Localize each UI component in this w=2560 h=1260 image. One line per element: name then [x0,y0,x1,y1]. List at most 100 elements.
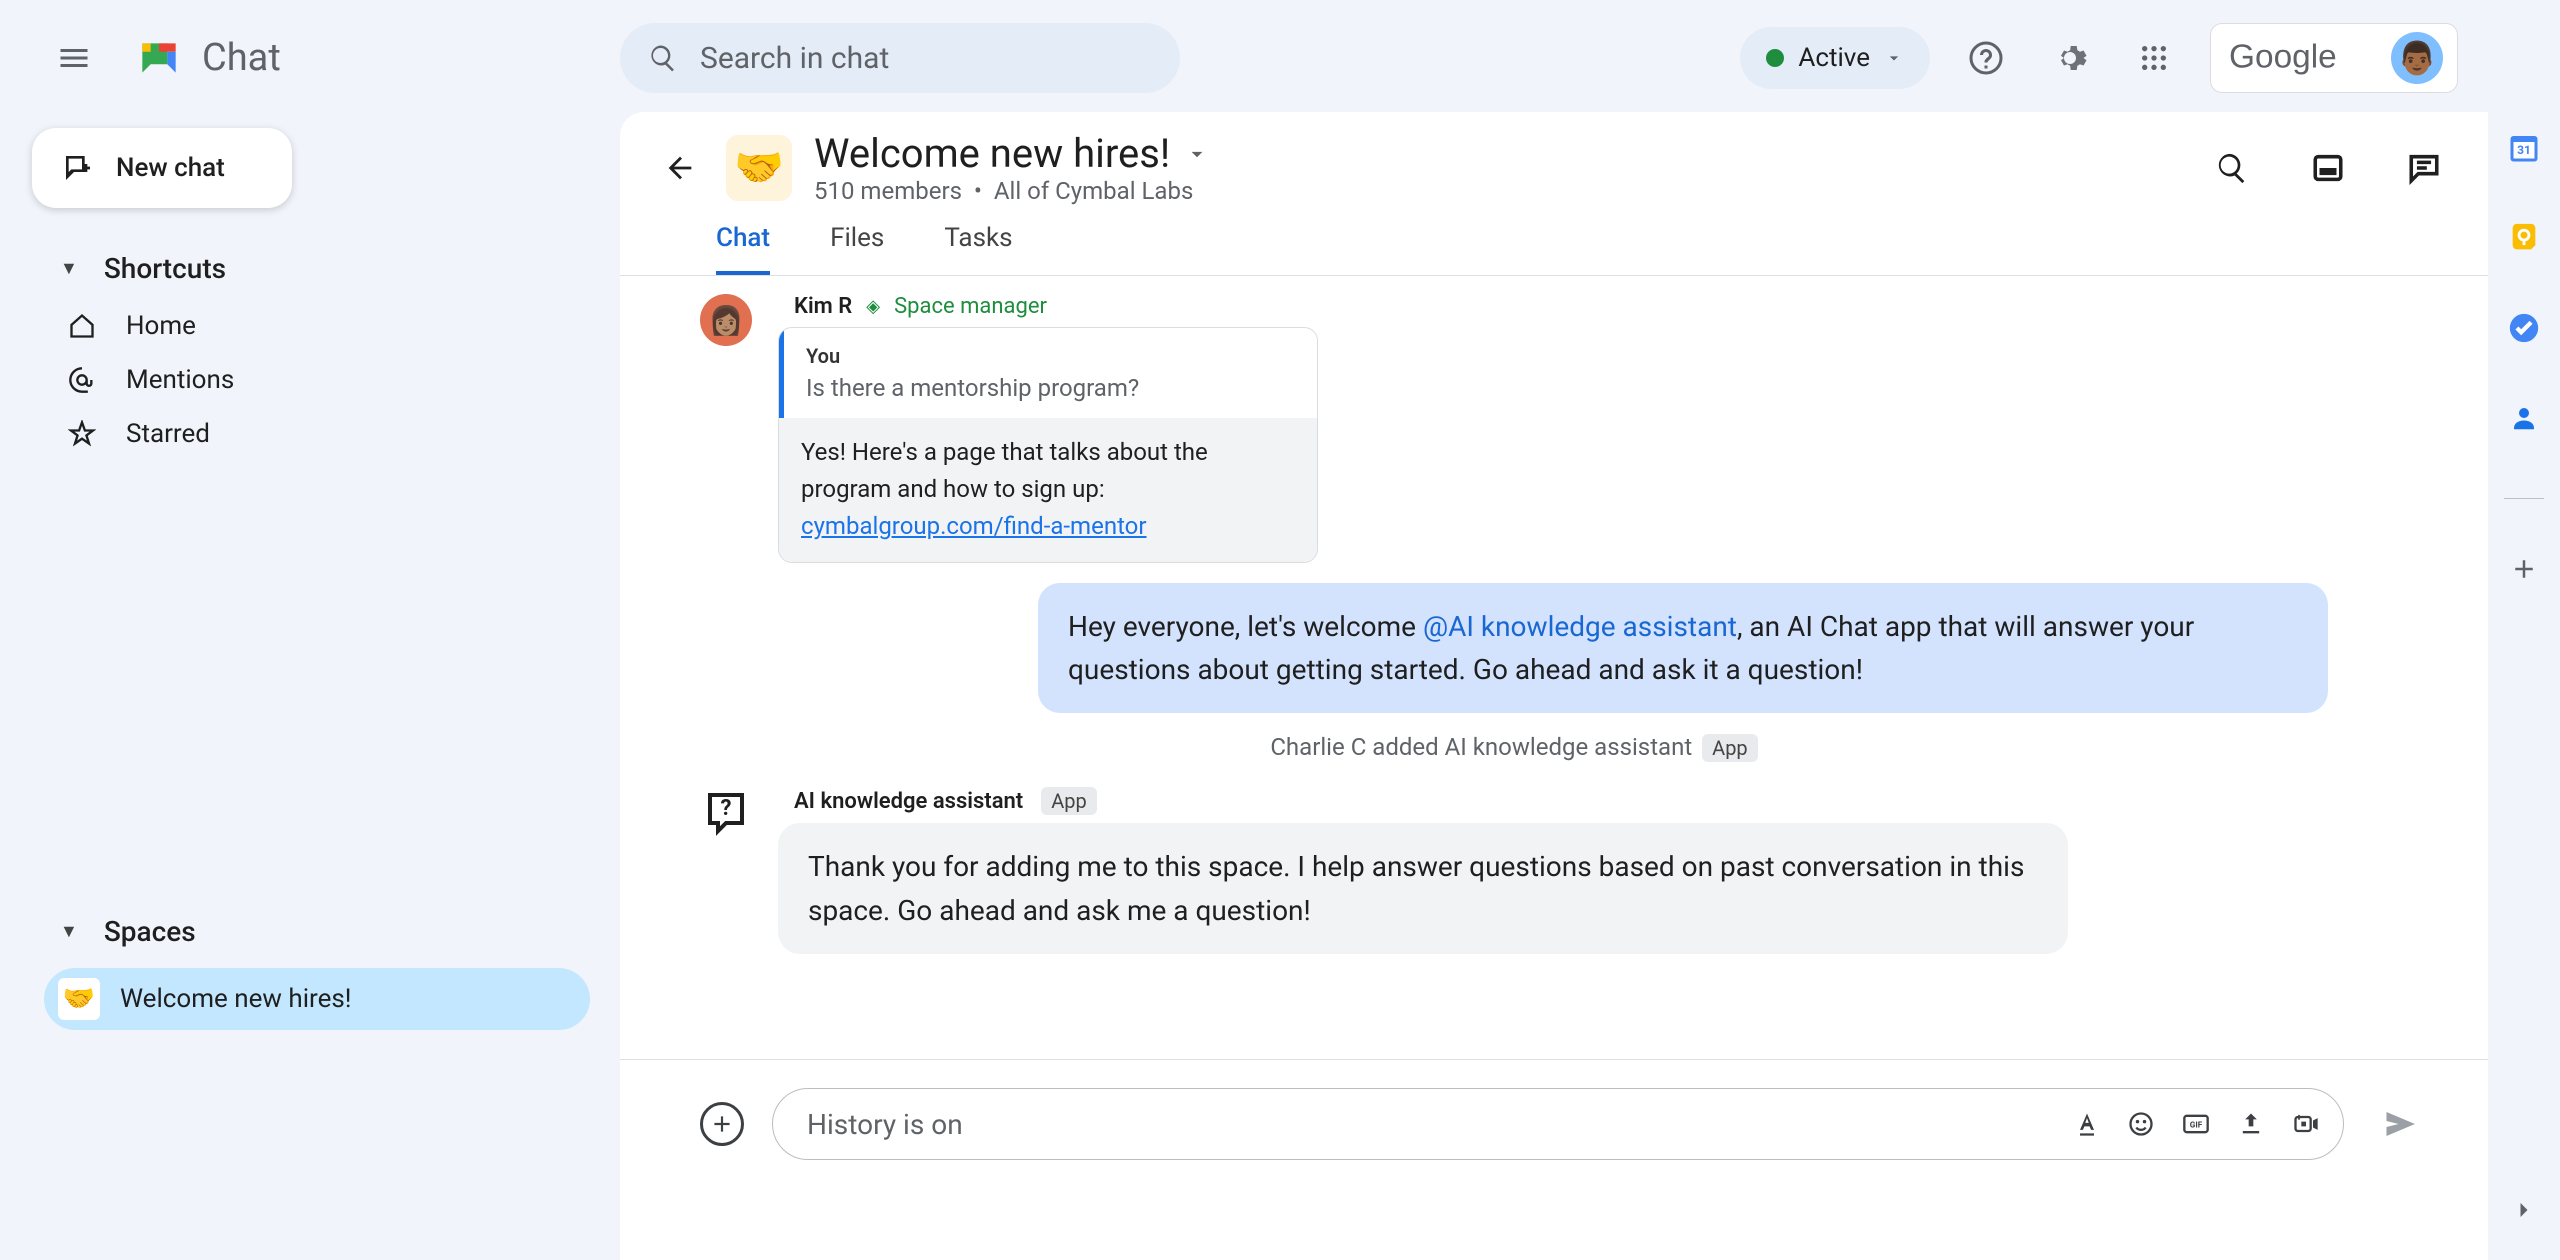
app-name: Chat [202,36,281,80]
apps-grid-icon [2138,42,2170,74]
bot-icon: ? [702,789,750,837]
space-avatar: 🤝 [726,135,792,201]
thread-icon [2407,151,2441,185]
account-button[interactable]: Google 👨🏾 [2210,23,2458,93]
send-icon [2382,1106,2418,1142]
svg-text:GIF: GIF [2190,1120,2203,1130]
chat-logo-icon [134,33,184,83]
composer-placeholder: History is on [807,1108,2073,1141]
message-input[interactable]: History is on GIF [772,1088,2344,1160]
gif-button[interactable]: GIF [2181,1110,2211,1138]
main-menu-button[interactable] [42,26,106,90]
help-button[interactable] [1958,30,2014,86]
video-button[interactable] [2291,1110,2321,1138]
google-logo-icon: Google [2225,34,2375,82]
shortcut-label: Home [126,311,196,341]
tab-chat[interactable]: Chat [716,223,770,275]
status-label: Active [1798,43,1870,73]
new-chat-label: New chat [116,153,225,183]
collapse-icon: ▼ [60,258,78,279]
rail-divider [2504,498,2544,499]
shortcut-home[interactable]: Home [0,299,620,353]
search-in-space-button[interactable] [2204,140,2260,196]
chevron-right-icon [2510,1196,2538,1224]
sender-avatar: 👩🏽 [700,294,752,346]
video-icon [2291,1110,2321,1138]
app-badge: App [1041,787,1097,815]
upload-button[interactable] [2237,1110,2265,1138]
svg-text:?: ? [721,796,732,821]
gif-icon: GIF [2181,1110,2211,1138]
contacts-button[interactable] [2504,398,2544,438]
help-icon [1968,40,2004,76]
svg-text:31: 31 [2517,143,2531,157]
space-subtitle: 510 members • All of Cymbal Labs [814,177,1210,205]
search-icon [2215,151,2249,185]
tab-files[interactable]: Files [830,223,884,275]
calendar-icon: 31 [2506,130,2542,166]
sender-role: Space manager [894,294,1047,319]
send-button[interactable] [2372,1096,2428,1152]
app-logo[interactable]: Chat [134,33,281,83]
message-row: ? AI knowledge assistant App Thank you f… [700,787,2328,954]
quoted-text: Is there a mentorship program? [806,374,1295,402]
keep-button[interactable] [2504,218,2544,258]
home-icon [64,312,100,340]
collapse-icon: ▼ [60,921,78,942]
format-button[interactable] [2073,1110,2101,1138]
settings-button[interactable] [2042,30,2098,86]
emoji-button[interactable] [2127,1110,2155,1138]
space-title: Welcome new hires! [814,130,1170,177]
quoted-sender: You [806,344,1295,368]
quoted-reply-card[interactable]: You Is there a mentorship program? Yes! … [778,327,1318,563]
contacts-icon [2509,403,2539,433]
system-message: Charlie C added AI knowledge assistant A… [700,733,2328,761]
plus-icon [2509,554,2539,584]
search-input[interactable]: Search in chat [620,23,1180,93]
tasks-button[interactable] [2504,308,2544,348]
format-text-icon [2073,1110,2101,1138]
gear-icon [2052,40,2088,76]
app-badge: App [1702,734,1758,762]
shortcuts-header[interactable]: ▼ Shortcuts [0,238,620,299]
chevron-down-icon [1184,141,1210,167]
search-icon [648,43,678,73]
space-item-welcome[interactable]: 🤝 Welcome new hires! [44,968,590,1030]
manager-badge-icon: ◈ [866,296,880,317]
message-row: 👩🏽 Kim R ◈ Space manager You Is there a … [700,294,2328,563]
bot-message-text[interactable]: Thank you for adding me to this space. I… [778,823,2068,954]
reply-link[interactable]: cymbalgroup.com/find-a-mentor [801,512,1147,540]
spaces-header[interactable]: ▼ Spaces [0,901,620,962]
space-label: Welcome new hires! [120,984,352,1014]
calendar-button[interactable]: 31 [2504,128,2544,168]
mention[interactable]: @AI knowledge assistant [1423,610,1737,643]
panel-icon [2311,151,2345,185]
shortcut-mentions[interactable]: Mentions [0,353,620,407]
status-selector[interactable]: Active [1740,27,1930,89]
new-chat-button[interactable]: New chat [32,128,292,208]
apps-button[interactable] [2126,30,2182,86]
shortcuts-label: Shortcuts [104,252,226,285]
upload-icon [2237,1110,2265,1138]
shortcut-starred[interactable]: Starred [0,407,620,461]
spaces-label: Spaces [104,915,196,948]
mentions-icon [64,366,100,394]
tasks-icon [2507,311,2541,345]
user-avatar: 👨🏾 [2391,32,2443,84]
add-attachment-button[interactable] [700,1102,744,1146]
new-chat-icon [62,152,94,184]
back-button[interactable] [656,144,704,192]
hamburger-icon [56,40,92,76]
space-title-button[interactable]: Welcome new hires! [814,130,1210,177]
svg-text:Google: Google [2229,38,2337,75]
get-addons-button[interactable] [2504,549,2544,589]
thread-panel-button[interactable] [2396,140,2452,196]
pin-panel-button[interactable] [2300,140,2356,196]
star-icon [64,420,100,448]
chevron-down-icon [1884,48,1904,68]
own-message[interactable]: Hey everyone, let's welcome @AI knowledg… [1038,583,2328,714]
tab-tasks[interactable]: Tasks [944,223,1012,275]
space-emoji: 🤝 [58,978,100,1020]
hide-side-panel-button[interactable] [2504,1190,2544,1230]
sender-name: Kim R [794,294,852,319]
